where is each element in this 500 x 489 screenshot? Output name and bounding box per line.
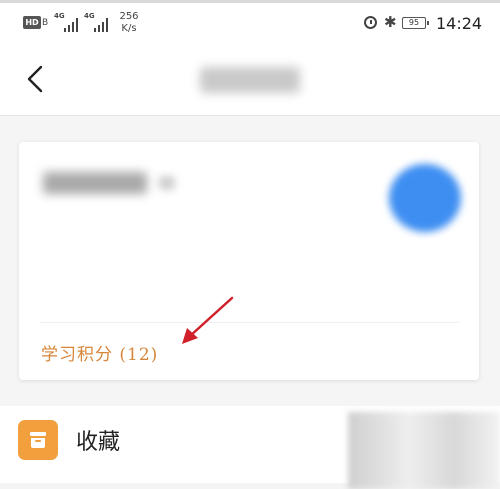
network-speed-unit: K/s <box>121 23 137 34</box>
study-points-link[interactable]: 学习积分 (12) <box>41 340 158 365</box>
avatar[interactable] <box>389 164 461 232</box>
hd-sub-label: B <box>42 18 49 28</box>
list-item-favorites[interactable]: 收藏 <box>0 406 500 489</box>
user-name-chevron-redacted <box>159 176 175 190</box>
hd-badge: HD <box>23 16 41 29</box>
status-time: 14:24 <box>436 14 483 33</box>
network-speed: 256 K/s <box>118 11 140 35</box>
battery-icon: 95 <box>402 17 429 29</box>
profile-card: 学习积分 (12) <box>19 142 479 380</box>
profile-section: 学习积分 (12) <box>0 116 500 406</box>
archive-box-icon <box>18 420 58 460</box>
card-divider <box>39 322 459 323</box>
redacted-image-block <box>348 412 500 489</box>
status-bar: HD B 4G 4G 256 K/s ✱ 95 14:24 <box>0 3 500 45</box>
back-button[interactable] <box>20 59 54 99</box>
alarm-icon <box>364 16 377 29</box>
bluetooth-icon: ✱ <box>384 13 397 31</box>
page-title-redacted <box>200 67 300 93</box>
favorites-label: 收藏 <box>76 430 121 455</box>
user-name-redacted <box>43 172 147 194</box>
network-speed-value: 256 <box>119 11 139 22</box>
navigation-bar <box>0 45 500 116</box>
annotation-arrow-icon <box>182 296 234 344</box>
chevron-left-icon <box>27 65 43 93</box>
battery-level: 95 <box>408 18 420 27</box>
signal-strength-icon: 4G <box>54 12 80 34</box>
signal-strength-icon: 4G <box>84 12 110 34</box>
